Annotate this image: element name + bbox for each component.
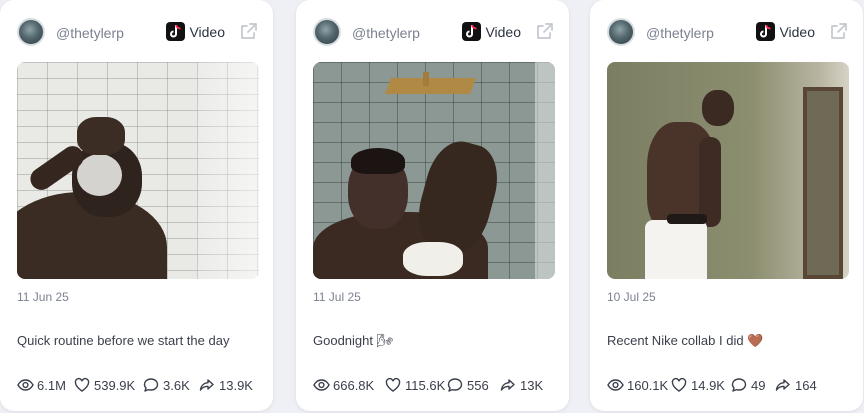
external-link-icon[interactable] bbox=[535, 21, 555, 41]
card-header: @thetylerp Video bbox=[607, 18, 849, 46]
post-date: 10 Jul 25 bbox=[607, 290, 656, 304]
comment-icon bbox=[731, 378, 747, 392]
tiktok-icon bbox=[462, 22, 481, 41]
engagement-stats: 160.1K 14.9K 49 164 bbox=[607, 377, 853, 393]
post-date: 11 Jul 25 bbox=[313, 290, 361, 304]
source-label: Video bbox=[189, 24, 225, 40]
comments-count: 49 bbox=[751, 378, 766, 393]
likes-count: 115.6K bbox=[405, 378, 446, 393]
source-label: Video bbox=[779, 24, 815, 40]
author-handle[interactable]: @thetylerp bbox=[352, 25, 420, 41]
views-count: 160.1K bbox=[627, 378, 669, 393]
video-thumbnail[interactable] bbox=[607, 62, 849, 279]
likes-count: 539.9K bbox=[94, 378, 136, 393]
engagement-stats: 666.8K 115.6K 556 13K bbox=[313, 377, 559, 393]
share-icon bbox=[199, 379, 214, 391]
video-thumbnail[interactable] bbox=[17, 62, 259, 279]
post-card[interactable]: @thetylerp Video 10 Jul 25 Recent Nike c… bbox=[590, 0, 863, 411]
heart-icon bbox=[74, 377, 90, 392]
comment-icon bbox=[143, 378, 159, 392]
shares-count: 13K bbox=[520, 378, 544, 393]
avatar[interactable] bbox=[607, 18, 635, 46]
avatar[interactable] bbox=[17, 18, 45, 46]
share-icon bbox=[775, 379, 790, 391]
share-icon bbox=[500, 379, 515, 391]
heart-icon bbox=[671, 377, 687, 392]
engagement-stats: 6.1M 539.9K 3.6K 13.9K bbox=[17, 377, 263, 393]
eye-icon bbox=[607, 379, 624, 391]
post-date: 11 Jun 25 bbox=[17, 290, 69, 304]
post-caption: Quick routine before we start the day bbox=[17, 333, 230, 348]
comments-count: 3.6K bbox=[163, 378, 190, 393]
tiktok-icon bbox=[166, 22, 185, 41]
external-link-icon[interactable] bbox=[239, 21, 259, 41]
avatar[interactable] bbox=[313, 18, 341, 46]
source-label: Video bbox=[485, 24, 521, 40]
comments-count: 556 bbox=[467, 378, 489, 393]
heart-icon bbox=[385, 377, 401, 392]
post-card[interactable]: @thetylerp Video 11 Jun 25 Quick routine… bbox=[0, 0, 273, 411]
video-thumbnail[interactable] bbox=[313, 62, 555, 279]
eye-icon bbox=[17, 379, 34, 391]
card-header: @thetylerp Video bbox=[313, 18, 555, 46]
shares-count: 13.9K bbox=[219, 378, 253, 393]
views-count: 6.1M bbox=[37, 378, 66, 393]
author-handle[interactable]: @thetylerp bbox=[646, 25, 714, 41]
card-header: @thetylerp Video bbox=[17, 18, 259, 46]
post-caption: Goodnight 🌬 bbox=[313, 333, 394, 348]
views-count: 666.8K bbox=[333, 378, 375, 393]
post-caption: Recent Nike collab I did 🤎 bbox=[607, 333, 764, 348]
likes-count: 14.9K bbox=[691, 378, 725, 393]
post-card[interactable]: @thetylerp Video 11 Jul 25 Goodnight 🌬 6… bbox=[296, 0, 569, 411]
comment-icon bbox=[447, 378, 463, 392]
tiktok-icon bbox=[756, 22, 775, 41]
external-link-icon[interactable] bbox=[829, 21, 849, 41]
eye-icon bbox=[313, 379, 330, 391]
shares-count: 164 bbox=[795, 378, 817, 393]
author-handle[interactable]: @thetylerp bbox=[56, 25, 124, 41]
